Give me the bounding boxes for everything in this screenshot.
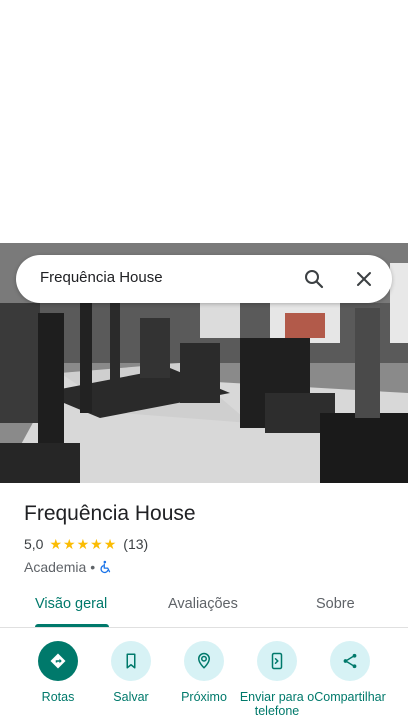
- star-icon: ★: [49, 536, 63, 552]
- separator: •: [90, 559, 96, 575]
- share-icon: [330, 641, 370, 681]
- save-label: Salvar: [113, 690, 149, 704]
- search-bar[interactable]: Frequência House: [16, 255, 392, 303]
- bookmark-icon: [111, 641, 151, 681]
- action-buttons: Rotas Salvar Próximo Enviar para o telef…: [0, 641, 408, 726]
- close-icon[interactable]: [352, 267, 376, 291]
- review-count: (13): [123, 536, 149, 552]
- directions-icon: [38, 641, 78, 681]
- directions-button[interactable]: Rotas: [18, 641, 98, 704]
- save-button[interactable]: Salvar: [91, 641, 171, 704]
- send-to-phone-icon: [257, 641, 297, 681]
- share-button[interactable]: Compartilhar: [310, 641, 390, 704]
- place-category: Academia: [24, 559, 87, 575]
- star-rating: ★ ★ ★ ★ ★: [49, 537, 117, 551]
- tab-about[interactable]: Sobre: [316, 596, 355, 612]
- nearby-button[interactable]: Próximo: [164, 641, 244, 704]
- place-name: Frequência House: [24, 502, 196, 525]
- nearby-icon: [184, 641, 224, 681]
- star-icon: ★: [76, 536, 90, 552]
- send-to-phone-label: Enviar para o telefone: [239, 690, 315, 718]
- wheelchair-accessible-icon: [99, 560, 113, 574]
- star-icon: ★: [103, 536, 117, 552]
- search-icon[interactable]: [302, 267, 326, 291]
- active-tab-indicator: [35, 624, 109, 627]
- category-row: Academia •: [24, 557, 394, 577]
- star-icon: ★: [90, 536, 103, 552]
- rating-value: 5,0: [24, 536, 44, 552]
- nearby-label: Próximo: [181, 690, 227, 704]
- tab-reviews[interactable]: Avaliações: [168, 596, 238, 612]
- place-tabs: Visão geral Avaliações Sobre: [0, 585, 408, 628]
- directions-label: Rotas: [41, 690, 75, 704]
- map-area-blank: [0, 0, 408, 243]
- tab-overview[interactable]: Visão geral: [35, 596, 107, 612]
- rating-row[interactable]: 5,0 ★ ★ ★ ★ ★ (13): [24, 534, 394, 554]
- place-info: Frequência House 5,0 ★ ★ ★ ★ ★ (13) Academia…: [24, 500, 394, 577]
- send-to-phone-button[interactable]: Enviar para o telefone: [237, 641, 317, 718]
- search-input[interactable]: Frequência House: [40, 269, 163, 286]
- share-label: Compartilhar: [314, 690, 386, 704]
- star-icon: ★: [63, 536, 76, 552]
